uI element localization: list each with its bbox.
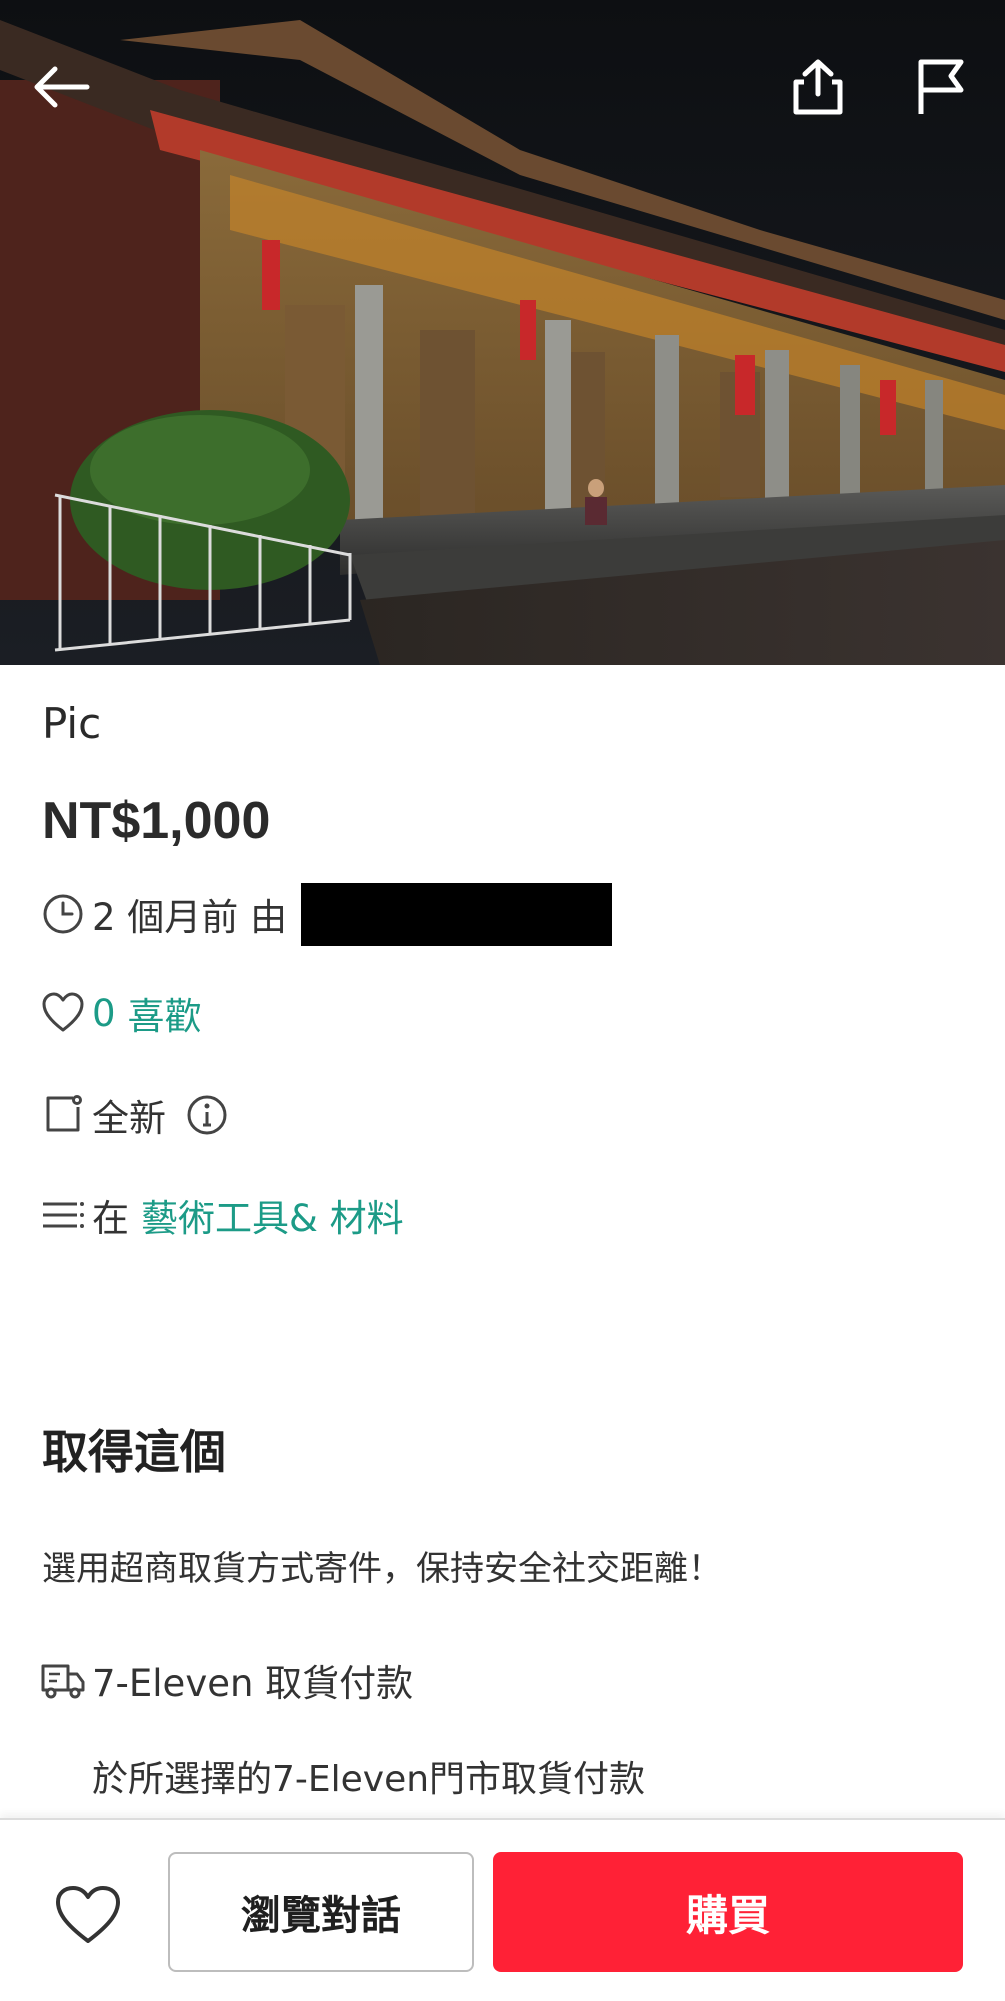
- share-button[interactable]: [783, 52, 853, 122]
- listing-photo[interactable]: [0, 0, 1005, 665]
- seller-name-redacted: [301, 882, 613, 946]
- listing-title: Pic: [42, 699, 102, 748]
- info-circle-icon[interactable]: [184, 1092, 230, 1138]
- report-button[interactable]: [906, 52, 976, 122]
- delivery-method-detail: 於所選擇的7-Eleven門市取貨付款: [92, 1759, 646, 1800]
- buy-button[interactable]: 購買: [493, 1852, 963, 1972]
- arrow-left-icon: [34, 66, 90, 108]
- listing-price: NT$1,000: [42, 792, 271, 850]
- posted-text: 2 個月前 由: [92, 896, 288, 939]
- heart-outline-icon: [56, 1886, 120, 1943]
- likes-info[interactable]: 0 喜歡: [40, 985, 202, 1041]
- posted-info: 2 個月前 由: [40, 882, 613, 946]
- flag-icon: [918, 59, 964, 114]
- likes-count[interactable]: 0: [92, 992, 116, 1035]
- delivery-method-name: 7-Eleven 取貨付款: [92, 1662, 414, 1705]
- category-info: 在 藝術工具& 材料: [40, 1187, 404, 1243]
- list-icon: [40, 1192, 86, 1238]
- category-prefix: 在: [92, 1197, 129, 1240]
- category-link[interactable]: 藝術工具& 材料: [141, 1188, 404, 1242]
- share-icon: [793, 59, 843, 115]
- condition-text: 全新: [92, 1097, 166, 1140]
- temple-photo: [0, 0, 1005, 665]
- view-chat-button[interactable]: 瀏覽對話: [168, 1852, 474, 1972]
- delivery-method: 7-Eleven 取貨付款: [40, 1652, 413, 1708]
- heart-outline-icon: [40, 990, 86, 1036]
- likes-label[interactable]: 喜歡: [128, 986, 202, 1040]
- get-it-heading: 取得這個: [42, 1425, 226, 1479]
- back-button[interactable]: [26, 52, 96, 122]
- condition-info: 全新: [40, 1087, 230, 1143]
- clock-icon: [40, 891, 86, 937]
- delivery-note: 選用超商取貨方式寄件，保持安全社交距離！: [42, 1549, 722, 1589]
- favorite-button[interactable]: [48, 1878, 128, 1952]
- bottom-action-bar: 瀏覽對話 購買: [0, 1818, 1005, 2001]
- delivery-truck-icon: [40, 1657, 86, 1703]
- tag-icon: [40, 1092, 86, 1138]
